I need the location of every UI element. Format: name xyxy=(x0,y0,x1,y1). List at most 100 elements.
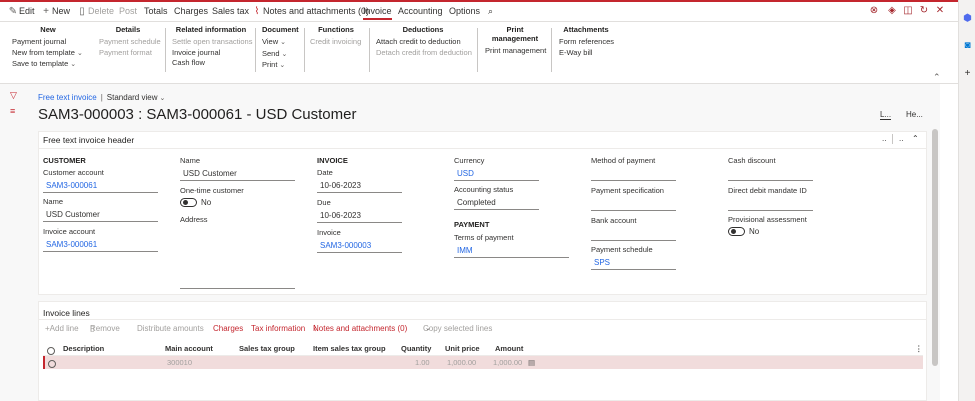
post-button[interactable]: Post xyxy=(119,6,137,16)
charges-button[interactable]: Charges xyxy=(213,324,243,333)
direct-debit-mandate-input[interactable] xyxy=(728,198,813,211)
new-from-template-button[interactable]: New from template ⌄ xyxy=(12,48,84,60)
column-description[interactable]: Description xyxy=(63,344,104,353)
accounting-status-input[interactable]: Completed xyxy=(454,197,539,210)
field-label: Bank account xyxy=(591,216,637,225)
more-options-icon[interactable]: ⋮ xyxy=(915,344,923,353)
divider xyxy=(477,28,478,72)
apps-icon[interactable]: ⬢ xyxy=(962,13,973,24)
toggle-switch[interactable] xyxy=(728,227,745,237)
settle-open-transactions-button[interactable]: Settle open transactions xyxy=(172,37,252,48)
cell-main-account[interactable]: 300010 xyxy=(167,358,192,367)
date-input[interactable]: 10-06-2023 xyxy=(317,180,402,193)
attach-credit-button[interactable]: Attach credit to deduction xyxy=(376,37,470,48)
charges-button[interactable]: Charges xyxy=(174,6,208,16)
form-references-button[interactable]: Form references xyxy=(559,37,614,48)
bank-account-input[interactable] xyxy=(591,228,676,241)
card-title[interactable]: Invoice lines xyxy=(43,308,90,318)
more-options[interactable]: .. xyxy=(899,134,903,143)
customer-name-input[interactable]: USD Customer xyxy=(43,209,158,222)
due-input[interactable]: 10-06-2023 xyxy=(317,210,402,223)
collapse-icon[interactable]: ⌃ xyxy=(912,134,919,143)
radio-button[interactable] xyxy=(48,360,56,368)
tab-options[interactable]: Options xyxy=(449,6,480,16)
cell-amount[interactable]: 1,000.00 xyxy=(493,358,522,367)
print-menu-button[interactable]: Print ⌄ xyxy=(262,60,298,72)
more-options[interactable]: .. xyxy=(882,134,886,143)
list-icon[interactable]: ≡ xyxy=(10,106,15,116)
detach-credit-button[interactable]: Detach credit from deduction xyxy=(376,48,472,59)
payment-specification-input[interactable] xyxy=(591,198,676,211)
refresh-icon[interactable]: ↻ xyxy=(918,5,930,17)
terms-of-payment-input[interactable]: IMM xyxy=(454,245,569,258)
cash-flow-button[interactable]: Cash flow xyxy=(172,58,250,69)
breadcrumb-link[interactable]: Free text invoice xyxy=(38,93,97,102)
send-menu-button[interactable]: Send ⌄ xyxy=(262,49,298,61)
cell-quantity[interactable]: 1.00 xyxy=(415,358,430,367)
side-rail: ⬢ ◙ + xyxy=(958,0,975,401)
column-main-account[interactable]: Main account xyxy=(165,344,213,353)
notes-attachments-button[interactable]: ⌇ Notes and attachments (0) xyxy=(252,6,370,17)
one-time-customer-toggle[interactable]: No xyxy=(180,198,295,208)
close-icon[interactable]: ✕ xyxy=(934,5,946,17)
name-input[interactable]: USD Customer xyxy=(180,168,295,181)
add-line-button[interactable]: + Add line xyxy=(45,324,79,333)
invoice-input[interactable]: SAM3-000003 xyxy=(317,240,402,253)
header-view-toggle[interactable]: He... xyxy=(906,110,923,119)
chevron-down-icon: ⌄ xyxy=(281,50,288,58)
save-to-template-button[interactable]: Save to template ⌄ xyxy=(12,59,84,71)
column-amount[interactable]: Amount xyxy=(495,344,523,353)
credit-invoicing-button[interactable]: Credit invoicing xyxy=(310,37,362,48)
address-input[interactable] xyxy=(180,276,295,289)
cell-unit-price[interactable]: 1,000.00 xyxy=(447,358,476,367)
split-icon[interactable]: ◫ xyxy=(902,5,914,17)
add-icon[interactable]: + xyxy=(962,68,973,79)
payment-schedule-input[interactable]: SPS xyxy=(591,257,676,270)
invoice-journal-button[interactable]: Invoice journal xyxy=(172,48,250,59)
group-title: Print management xyxy=(491,25,539,43)
diamond-icon[interactable]: ◈ xyxy=(886,5,898,17)
delete-button[interactable]: ▯ Delete xyxy=(77,6,114,17)
column-quantity[interactable]: Quantity xyxy=(401,344,431,353)
edit-button[interactable]: ✎ Edit xyxy=(8,6,35,17)
outlook-icon[interactable]: ◙ xyxy=(962,40,973,51)
lines-view-toggle[interactable]: L... xyxy=(880,110,892,120)
payment-schedule-button[interactable]: Payment schedule xyxy=(99,37,161,48)
tab-accounting[interactable]: Accounting xyxy=(398,6,443,16)
vertical-scrollbar[interactable] xyxy=(932,129,938,366)
group-print-management: Print management Print management xyxy=(485,25,546,57)
sales-tax-button[interactable]: Sales tax xyxy=(212,6,249,16)
customer-account-field: Customer account SAM3-000061 xyxy=(43,168,158,193)
totals-button[interactable]: Totals xyxy=(144,6,168,16)
page-title: SAM3-000003 : SAM3-000061 - USD Customer xyxy=(38,106,357,123)
view-menu-button[interactable]: View ⌄ xyxy=(262,37,298,49)
print-management-button[interactable]: Print management xyxy=(485,46,546,57)
payment-journal-button[interactable]: Payment journal xyxy=(12,37,84,48)
view-selector[interactable]: Standard view ⌄ xyxy=(107,93,166,102)
distribute-amounts-button[interactable]: Distribute amounts xyxy=(137,324,204,333)
tax-information-button[interactable]: Tax information xyxy=(251,324,305,333)
card-title[interactable]: Free text invoice header xyxy=(43,135,134,145)
search-icon[interactable]: ⌕ xyxy=(488,6,493,17)
currency-input[interactable]: USD xyxy=(454,168,539,181)
new-button[interactable]: + New xyxy=(41,6,70,17)
document-icon[interactable]: ▤ xyxy=(528,358,535,367)
collapse-ribbon-icon[interactable]: ⌃ xyxy=(933,72,941,83)
column-sales-tax-group[interactable]: Sales tax group xyxy=(239,344,295,353)
table-row[interactable]: 300010 1.00 1,000.00 1,000.00 ▤ xyxy=(43,356,923,369)
group-new: New Payment journal New from template ⌄ S… xyxy=(12,25,84,71)
column-unit-price[interactable]: Unit price xyxy=(445,344,480,353)
eway-bill-button[interactable]: E-Way bill xyxy=(559,48,613,59)
radio-button[interactable] xyxy=(47,347,55,355)
cash-discount-input[interactable] xyxy=(728,168,813,181)
payment-format-button[interactable]: Payment format xyxy=(99,48,157,59)
column-item-sales-tax-group[interactable]: Item sales tax group xyxy=(313,344,386,353)
filter-icon[interactable]: ▽ xyxy=(10,90,17,101)
method-of-payment-input[interactable] xyxy=(591,168,676,181)
provisional-assessment-toggle[interactable]: No xyxy=(728,227,823,237)
toggle-switch[interactable] xyxy=(180,198,197,208)
bug-icon[interactable]: ⊗ xyxy=(868,5,880,17)
customer-account-input[interactable]: SAM3-000061 xyxy=(43,180,158,193)
tab-invoice[interactable]: Invoice xyxy=(363,6,392,20)
invoice-account-input[interactable]: SAM3-000061 xyxy=(43,239,158,252)
